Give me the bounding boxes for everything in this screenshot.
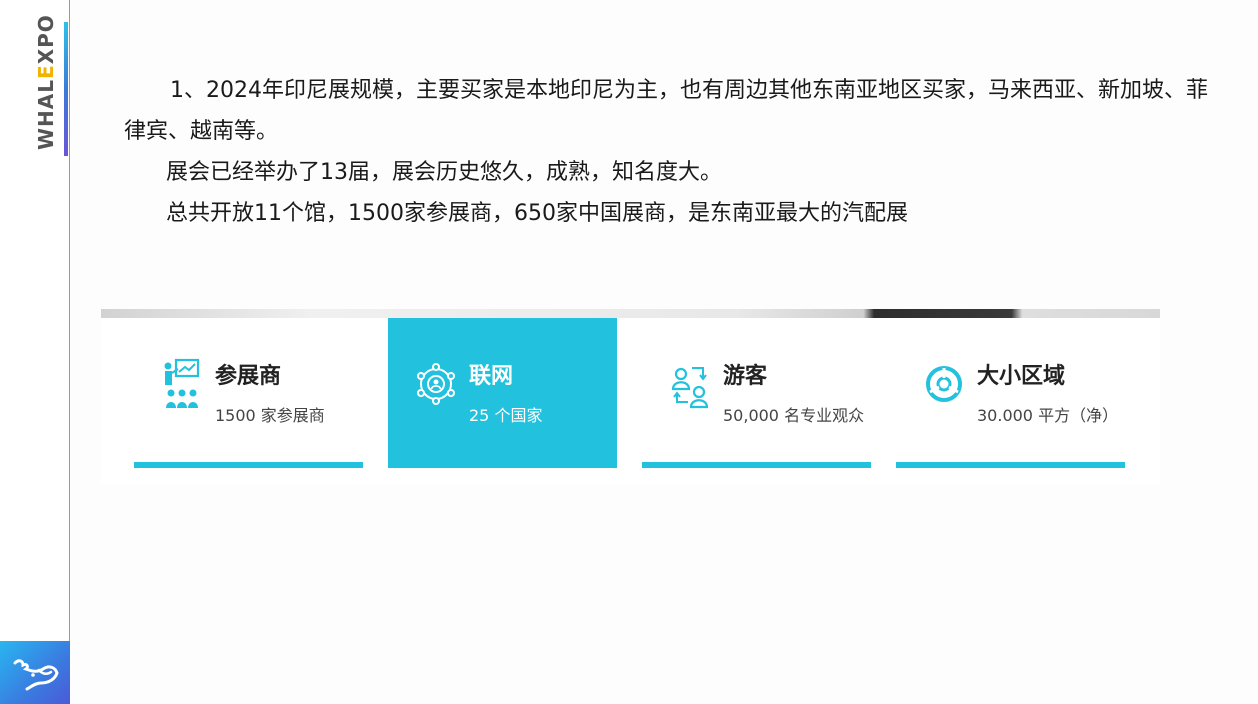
paragraph-scale: 1、2024年印尼展规模，主要买家是本地印尼为主，也有周边其他东南亚地区买家，马… — [124, 78, 1208, 144]
stat-title: 参展商 — [215, 364, 282, 389]
brand-accent-bar — [64, 22, 68, 156]
whale-logo-icon — [0, 641, 70, 704]
sidebar: WHALEXPO — [0, 0, 70, 704]
stat-subtitle: 50,000 名专业观众 — [723, 406, 865, 425]
visitors-exchange-icon — [670, 356, 710, 412]
stat-card-visitors: 游客 50,000 名专业观众 — [642, 318, 871, 468]
stat-subtitle: 1500 家参展商 — [215, 406, 325, 425]
stat-card-area: 大小区域 30.000 平方（净） — [896, 318, 1125, 468]
stat-card-exhibitors: 参展商 1500 家参展商 — [134, 318, 363, 468]
stat-title: 联网 — [469, 364, 514, 389]
stat-subtitle: 30.000 平方（净） — [977, 406, 1119, 425]
pie-area-icon — [924, 356, 964, 412]
content-body: 1、2024年印尼展规模，主要买家是本地印尼为主，也有周边其他东南亚地区买家，马… — [124, 70, 1219, 234]
brand-wordmark: WHALEXPO — [34, 14, 58, 150]
stat-title: 游客 — [723, 364, 768, 389]
photo-band — [101, 309, 1160, 318]
paragraph-halls: 总共开放11个馆，1500家参展商，650家中国展商，是东南亚最大的汽配展 — [166, 201, 908, 226]
presenter-audience-icon — [162, 356, 202, 412]
stat-underline — [896, 462, 1125, 468]
stat-underline — [134, 462, 363, 468]
network-people-icon — [416, 356, 456, 412]
stat-card-network: 联网 25 个国家 — [388, 318, 617, 468]
stat-underline — [642, 462, 871, 468]
stat-subtitle: 25 个国家 — [469, 406, 543, 425]
stat-title: 大小区域 — [977, 364, 1066, 389]
paragraph-history: 展会已经举办了13届，展会历史悠久，成熟，知名度大。 — [166, 160, 722, 185]
